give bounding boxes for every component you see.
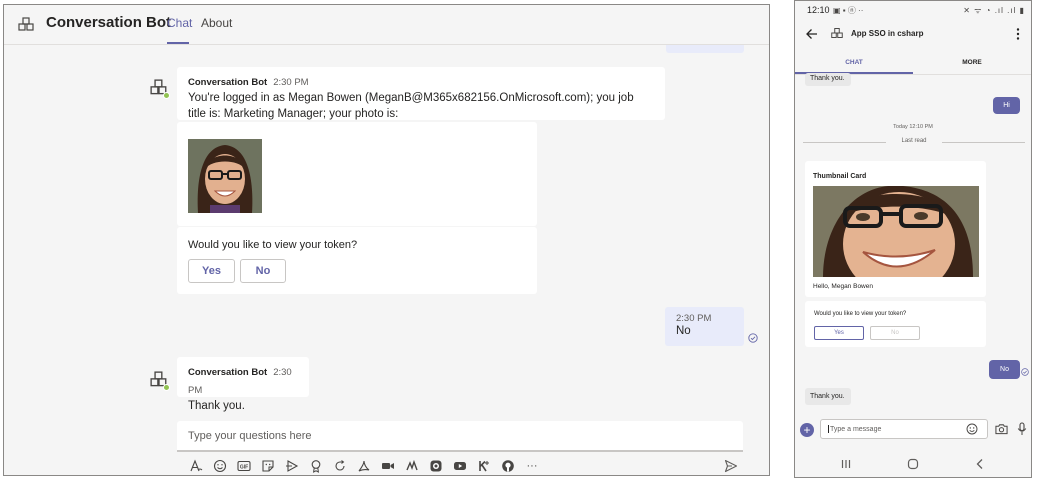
notification-icons: ▣ ▪ ⓝ ··	[833, 6, 864, 15]
recent-apps-icon[interactable]	[839, 457, 853, 471]
app-title: Conversation Bot	[46, 14, 172, 31]
timestamp: Today 12:10 PM	[893, 124, 933, 130]
bot-avatar[interactable]	[150, 371, 170, 391]
stream-icon[interactable]	[403, 458, 421, 474]
bot-message-login: Conversation Bot 2:30 PM You're logged in…	[177, 67, 665, 120]
text-caret	[828, 425, 829, 433]
loop-icon[interactable]	[331, 458, 349, 474]
praise-icon[interactable]	[307, 458, 325, 474]
bot-message-thanks-previous: Thank you.	[805, 73, 851, 86]
message-text: Thank you.	[188, 400, 245, 412]
more-icon[interactable]: ···	[523, 458, 541, 474]
kudos-icon[interactable]	[475, 458, 493, 474]
compose-toolbar: GIF ···	[187, 458, 541, 474]
message-text: You're logged in as Megan Bowen (MeganB@…	[188, 92, 634, 120]
message-input[interactable]: Type a message	[820, 419, 988, 439]
microphone-icon[interactable]	[1017, 422, 1027, 436]
card-caption: Hello, Megan Bowen	[813, 283, 873, 290]
message-sender: Conversation Bot	[188, 367, 268, 378]
app-header: Conversation Bot Chat About	[4, 5, 769, 45]
message-time: 2:30 PM	[676, 313, 712, 324]
android-nav-bar	[795, 453, 1031, 475]
user-photo	[813, 186, 979, 277]
presence-available-icon	[163, 384, 170, 391]
compose-input[interactable]: Type your questions here	[177, 421, 743, 452]
chat-title: App SSO in csharp	[851, 29, 924, 38]
bot-avatar[interactable]	[150, 79, 170, 99]
last-read-label: Last read	[886, 138, 942, 144]
no-button[interactable]: No	[240, 259, 286, 283]
meet-icon[interactable]	[283, 458, 301, 474]
tab-chat[interactable]: CHAT	[795, 59, 913, 66]
token-question: Would you like to view your token?	[188, 239, 358, 251]
active-tab-indicator	[167, 42, 189, 44]
yes-button[interactable]: Yes	[814, 326, 864, 340]
user-message-no: 2:30 PM No	[665, 307, 744, 346]
read-receipt-icon	[748, 333, 758, 343]
camera-icon[interactable]	[995, 423, 1008, 435]
back-icon[interactable]	[973, 457, 987, 471]
message-text: No	[676, 325, 691, 337]
bot-message-thanks: Thank you.	[805, 388, 851, 405]
tab-about[interactable]: About	[201, 16, 232, 30]
gif-icon[interactable]: GIF	[235, 458, 253, 474]
card-title: Thumbnail Card	[813, 173, 867, 180]
format-icon[interactable]	[187, 458, 205, 474]
user-message-no: No	[989, 360, 1020, 379]
chat-header: App SSO in csharp	[795, 19, 1031, 53]
gif-label: GIF	[240, 464, 248, 470]
previous-message-stub	[666, 45, 744, 53]
system-icons: ✕ ᯤ ◔ .ıl .ıl ▮	[963, 6, 1025, 15]
desktop-teams-window: Conversation Bot Chat About Conversation…	[3, 4, 770, 476]
read-receipt-icon	[1021, 368, 1029, 376]
video-icon[interactable]	[379, 458, 397, 474]
sticker-icon[interactable]	[259, 458, 277, 474]
yes-button[interactable]: Yes	[188, 259, 235, 283]
emoji-icon[interactable]	[211, 458, 229, 474]
more-options-icon[interactable]	[1015, 27, 1021, 41]
token-prompt-card: Would you like to view your token? Yes N…	[177, 227, 537, 294]
token-question: Would you like to view your token?	[814, 311, 907, 317]
tab-more[interactable]: MORE	[913, 59, 1031, 66]
tab-chat[interactable]: Chat	[167, 16, 192, 30]
message-sender: Conversation Bot	[188, 77, 268, 88]
bot-message-thanks: Conversation Bot 2:30 PM Thank you.	[177, 357, 309, 412]
compose-bar: + Type a message	[795, 416, 1031, 444]
app-grid-icon	[18, 17, 34, 31]
back-arrow-icon[interactable]	[805, 27, 819, 41]
presence-available-icon	[163, 92, 170, 99]
message-time: 2:30 PM	[273, 77, 309, 88]
app-grid-icon	[831, 28, 843, 38]
no-button[interactable]: No	[870, 326, 920, 340]
status-time: 12:10	[807, 5, 830, 15]
emoji-icon[interactable]	[966, 423, 978, 435]
user-message-hi: Hi	[993, 97, 1020, 114]
pdf-icon[interactable]	[355, 458, 373, 474]
add-attachment-button[interactable]: +	[800, 423, 814, 437]
photo-card	[177, 122, 537, 226]
github-icon[interactable]	[499, 458, 517, 474]
token-prompt-card: Would you like to view your token? Yes N…	[805, 301, 986, 347]
user-photo	[188, 139, 262, 213]
message-input-placeholder: Type a message	[830, 425, 882, 433]
youtube-icon[interactable]	[451, 458, 469, 474]
mobile-teams-screen: 12:10 ▣ ▪ ⓝ ·· ✕ ᯤ ◔ .ıl .ıl ▮ App SSO i…	[794, 0, 1032, 478]
home-icon[interactable]	[906, 457, 920, 471]
send-icon[interactable]	[724, 459, 738, 473]
thumbnail-card: Thumbnail Card Hello, Megan Bowen	[805, 161, 986, 297]
record-icon[interactable]	[427, 458, 445, 474]
status-bar: 12:10 ▣ ▪ ⓝ ·· ✕ ᯤ ◔ .ıl .ıl ▮	[795, 1, 1031, 19]
